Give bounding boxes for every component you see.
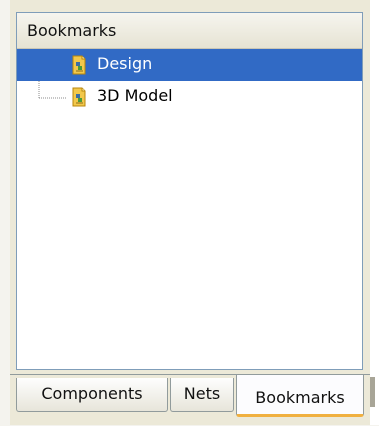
splitter-grip[interactable] <box>370 377 375 407</box>
bookmarks-tree-frame: Bookmarks Design 3D Model <box>16 12 363 370</box>
tree-item-3d-model[interactable]: 3D Model <box>17 81 362 113</box>
tab-nets[interactable]: Nets <box>170 378 234 412</box>
tab-components[interactable]: Components <box>16 378 168 412</box>
tree-item-label: Design <box>97 54 153 73</box>
window-right-edge <box>370 0 379 425</box>
tab-bookmarks[interactable]: Bookmarks <box>236 375 364 417</box>
tree-item-design[interactable]: Design <box>17 49 362 81</box>
bookmark-page-icon <box>72 55 86 75</box>
panel-tab-bar: Components Nets Bookmarks <box>10 374 370 426</box>
bookmarks-tree: Design 3D Model <box>17 49 362 113</box>
bookmarks-panel: Bookmarks Design 3D Model Components Net… <box>10 0 370 425</box>
bookmark-page-icon <box>72 87 86 107</box>
tree-item-label: 3D Model <box>97 86 173 105</box>
panel-header: Bookmarks <box>17 13 362 49</box>
